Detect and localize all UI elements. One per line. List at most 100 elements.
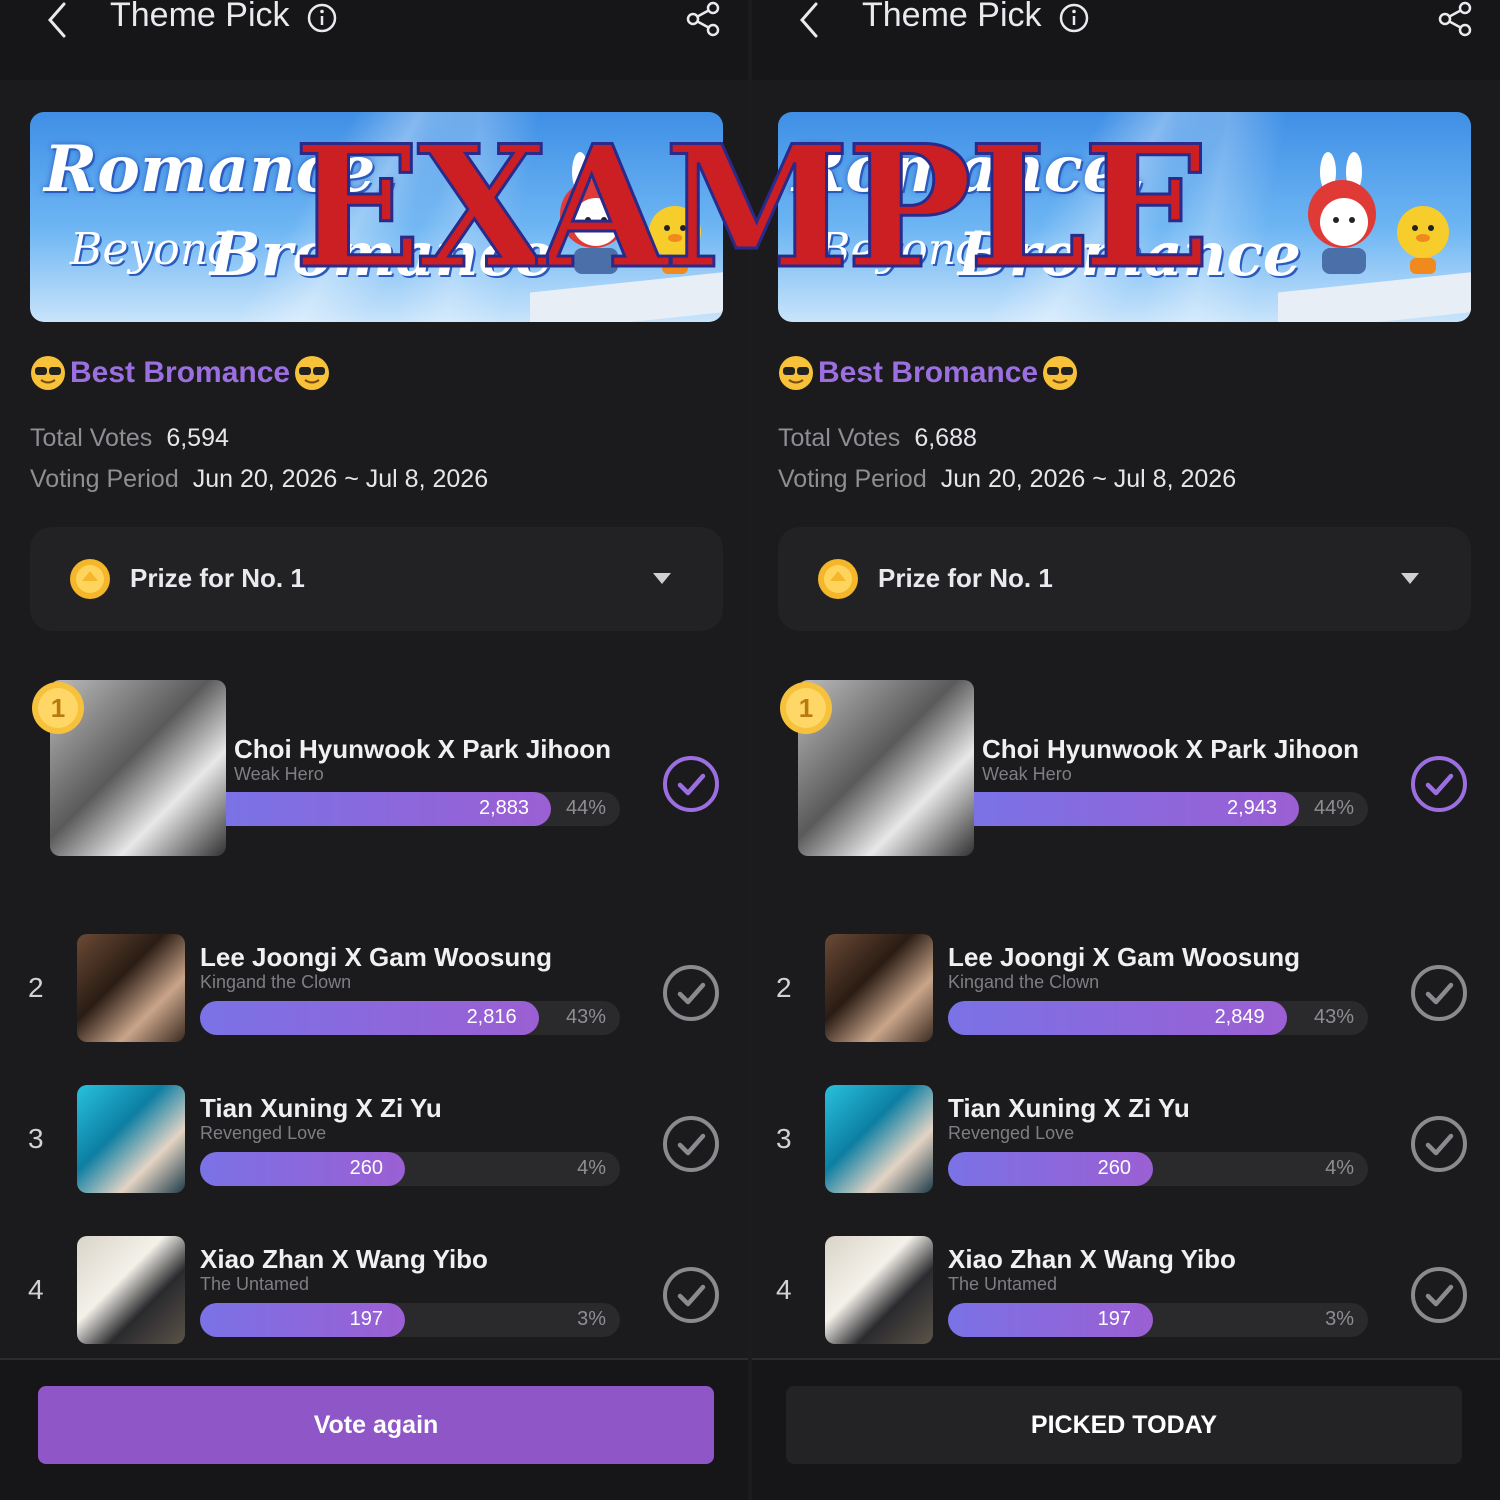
vote-bar: 2,816 43% bbox=[200, 1001, 620, 1035]
page-title: Theme Pick bbox=[110, 0, 290, 34]
bunny-mascot-icon bbox=[560, 152, 628, 274]
picked-today-button[interactable]: PICKED TODAY bbox=[786, 1386, 1462, 1464]
vote-bar-fill: 2,883 bbox=[226, 792, 552, 826]
candidate-show: The Untamed bbox=[948, 1274, 1058, 1294]
check-circle-icon[interactable] bbox=[662, 1266, 720, 1324]
candidate-photo bbox=[825, 934, 933, 1042]
vote-bar-fill: 260 bbox=[200, 1152, 405, 1186]
rank-1-medal-number: 1 bbox=[51, 693, 65, 723]
info-icon[interactable] bbox=[1058, 2, 1090, 34]
rank-number: 4 bbox=[776, 1274, 792, 1305]
checked-vote-icon[interactable] bbox=[1410, 755, 1468, 813]
total-votes-label: Total Votes bbox=[30, 424, 153, 452]
checked-vote-icon[interactable] bbox=[662, 755, 720, 813]
section-title-text: Best Bromance bbox=[818, 356, 1039, 389]
vote-count: 197 bbox=[349, 1308, 383, 1330]
banner-title-line1: Romance, bbox=[44, 132, 398, 207]
candidate-photo bbox=[825, 1085, 933, 1193]
rank-number: 3 bbox=[28, 1123, 44, 1154]
vote-percent: 3% bbox=[577, 1308, 606, 1330]
vote-percent: 44% bbox=[565, 797, 606, 819]
section-title-text: Best Bromance bbox=[70, 356, 291, 389]
vote-again-button[interactable]: Vote again bbox=[38, 1386, 714, 1464]
sunglasses-emoji-icon bbox=[31, 356, 65, 390]
vote-bar: 197 3% bbox=[948, 1303, 1368, 1337]
vote-count: 2,943 bbox=[1226, 797, 1278, 819]
check-circle-icon[interactable] bbox=[1410, 964, 1468, 1022]
vote-count: 2,816 bbox=[466, 1006, 517, 1028]
prize-dropdown[interactable]: Prize for No. 1 bbox=[30, 527, 723, 631]
vote-count: 2,849 bbox=[1214, 1006, 1265, 1028]
candidate-name: Xiao Zhan X Wang Yibo bbox=[200, 1244, 488, 1274]
total-votes-value: 6,688 bbox=[914, 424, 977, 452]
left-screenshot-panel: Theme Pick Romance, Beyond Bromance Best… bbox=[0, 0, 748, 1500]
theme-banner: Romance, Beyond Bromance bbox=[30, 112, 723, 322]
vote-percent: 4% bbox=[1325, 1157, 1354, 1179]
vote-bar: 2,883 44% bbox=[226, 792, 620, 826]
voting-period-value: Jun 20, 2026 ~ Jul 8, 2026 bbox=[940, 465, 1237, 493]
rank-1-medal-number: 1 bbox=[799, 693, 813, 723]
chevron-down-icon[interactable] bbox=[653, 573, 671, 585]
candidate-name: Tian Xuning X Zi Yu bbox=[948, 1093, 1190, 1123]
rank-number: 2 bbox=[776, 972, 792, 1003]
voting-period-label: Voting Period bbox=[30, 465, 179, 493]
page-title: Theme Pick bbox=[862, 0, 1042, 34]
vote-bar: 2,849 43% bbox=[948, 1001, 1368, 1035]
candidate-show: Kingand the Clown bbox=[200, 972, 352, 992]
back-arrow-icon[interactable] bbox=[792, 0, 826, 40]
share-icon[interactable] bbox=[1436, 0, 1474, 38]
vote-bar-fill: 2,816 bbox=[200, 1001, 539, 1035]
voting-period: Voting Period Jun 20, 2026 ~ Jul 8, 2026 bbox=[30, 465, 488, 494]
check-circle-icon[interactable] bbox=[1410, 1266, 1468, 1324]
section-title: Best Bromance bbox=[30, 350, 330, 396]
banner-title-line3: Bromance bbox=[958, 220, 1302, 290]
prize-label: Prize for No. 1 bbox=[878, 563, 1053, 593]
check-circle-icon[interactable] bbox=[662, 1115, 720, 1173]
total-votes: Total Votes 6,688 bbox=[778, 424, 977, 453]
vote-bar-fill: 2,943 bbox=[974, 792, 1300, 826]
candidate-photo bbox=[77, 934, 185, 1042]
theme-banner: Romance, Beyond Bromance bbox=[778, 112, 1471, 322]
candidate-show: The Untamed bbox=[200, 1274, 310, 1294]
candidate-photo bbox=[825, 1236, 933, 1344]
coin-icon bbox=[818, 559, 858, 599]
prize-dropdown[interactable]: Prize for No. 1 bbox=[778, 527, 1471, 631]
prize-label: Prize for No. 1 bbox=[130, 563, 305, 593]
right-screenshot-panel: Theme Pick Romance, Beyond Bromance Best… bbox=[752, 0, 1500, 1500]
top-bar: Theme Pick bbox=[752, 0, 1500, 80]
check-circle-icon[interactable] bbox=[1410, 1115, 1468, 1173]
candidate-show: Kingand the Clown bbox=[948, 972, 1100, 992]
total-votes-label: Total Votes bbox=[778, 424, 901, 452]
top-bar: Theme Pick bbox=[0, 0, 748, 80]
candidate-name: Lee Joongi X Gam Woosung bbox=[200, 942, 552, 972]
rank-number: 2 bbox=[28, 972, 44, 1003]
vote-bar: 260 4% bbox=[948, 1152, 1368, 1186]
share-icon[interactable] bbox=[684, 0, 722, 38]
voting-period-value: Jun 20, 2026 ~ Jul 8, 2026 bbox=[192, 465, 489, 493]
banner-title-line1: Romance, bbox=[792, 132, 1146, 207]
chevron-down-icon[interactable] bbox=[1401, 573, 1419, 585]
total-votes-value: 6,594 bbox=[166, 424, 229, 452]
candidate-photo bbox=[77, 1236, 185, 1344]
sunglasses-emoji-icon bbox=[1043, 356, 1078, 390]
section-title: Best Bromance bbox=[778, 350, 1078, 396]
voting-period-label: Voting Period bbox=[778, 465, 927, 493]
total-votes: Total Votes 6,594 bbox=[30, 424, 229, 453]
bunny-mascot-icon bbox=[1308, 152, 1376, 274]
info-icon[interactable] bbox=[306, 2, 338, 34]
rank-1-medal-icon: 1 bbox=[32, 682, 84, 734]
sunglasses-emoji-icon bbox=[295, 356, 330, 390]
rank-1-medal-icon: 1 bbox=[780, 682, 832, 734]
chick-mascot-icon bbox=[1397, 206, 1449, 274]
vote-count: 260 bbox=[1097, 1157, 1131, 1179]
candidate-name: Choi Hyunwook X Park Jihoon bbox=[234, 734, 612, 764]
candidate-show: Weak Hero bbox=[982, 764, 1072, 784]
vote-count: 197 bbox=[1097, 1308, 1131, 1330]
banner-title-line3: Bromance bbox=[210, 220, 554, 290]
check-circle-icon[interactable] bbox=[662, 964, 720, 1022]
candidate-name: Tian Xuning X Zi Yu bbox=[200, 1093, 442, 1123]
sunglasses-emoji-icon bbox=[779, 356, 813, 390]
candidate-show: Revenged Love bbox=[200, 1123, 327, 1143]
candidate-photo bbox=[77, 1085, 185, 1193]
back-arrow-icon[interactable] bbox=[40, 0, 74, 40]
